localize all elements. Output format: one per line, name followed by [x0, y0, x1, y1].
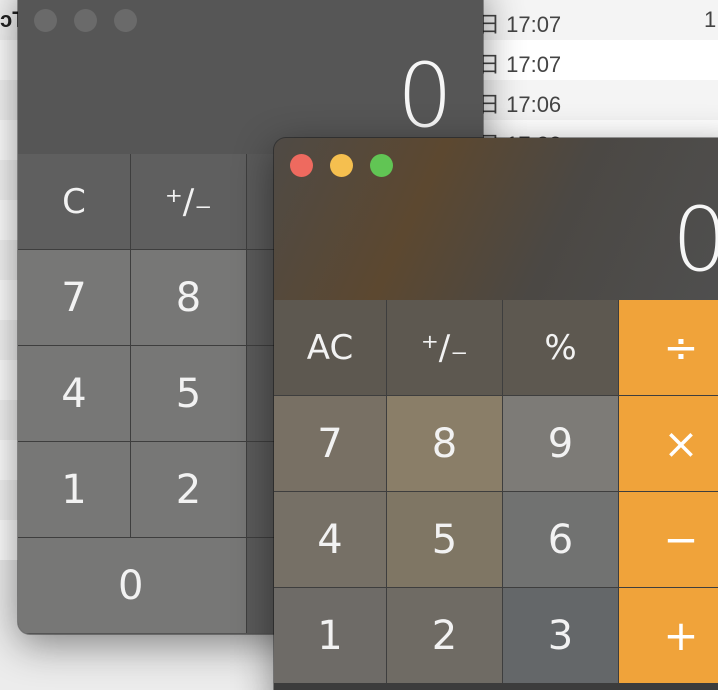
sign-toggle-button[interactable]: ⁺∕₋ [131, 154, 246, 249]
display-value: 0 [397, 44, 453, 147]
digit-1-button[interactable]: 1 [18, 442, 130, 537]
digit-4-button[interactable]: 4 [18, 346, 130, 441]
calculator-window-active[interactable]: 0 AC ⁺∕₋ % ÷ 7 8 9 × 4 5 6 − 1 2 3 + [274, 138, 718, 690]
digit-5-button[interactable]: 5 [131, 346, 246, 441]
minimize-button[interactable] [330, 154, 353, 177]
percent-button[interactable]: % [503, 300, 618, 395]
close-button[interactable] [34, 9, 57, 32]
digit-6-button[interactable]: 6 [503, 492, 618, 587]
digit-4-button[interactable]: 4 [274, 492, 386, 587]
digit-7-button[interactable]: 7 [18, 250, 130, 345]
close-button[interactable] [290, 154, 313, 177]
digit-7-button[interactable]: 7 [274, 396, 386, 491]
minimize-button[interactable] [74, 9, 97, 32]
multiply-button[interactable]: × [619, 396, 718, 491]
digit-3-button[interactable]: 3 [503, 588, 618, 683]
row-date: 日 17:07 [478, 52, 562, 77]
digit-8-button[interactable]: 8 [387, 396, 502, 491]
row-extra: 1 [704, 7, 717, 32]
keypad: AC ⁺∕₋ % ÷ 7 8 9 × 4 5 6 − 1 2 3 + [274, 300, 718, 683]
add-button[interactable]: + [619, 588, 718, 683]
digit-1-button[interactable]: 1 [274, 588, 386, 683]
sign-toggle-button[interactable]: ⁺∕₋ [387, 300, 502, 395]
window-controls [290, 154, 393, 177]
subtract-button[interactable]: − [619, 492, 718, 587]
all-clear-button[interactable]: AC [274, 300, 386, 395]
digit-8-button[interactable]: 8 [131, 250, 246, 345]
divide-button[interactable]: ÷ [619, 300, 718, 395]
clear-button[interactable]: C [18, 154, 130, 249]
digit-0-button[interactable]: 0 [18, 538, 246, 633]
row-date: 日 17:07 [478, 12, 562, 37]
digit-2-button[interactable]: 2 [131, 442, 246, 537]
row-date: 日 17:06 [478, 92, 562, 117]
digit-2-button[interactable]: 2 [387, 588, 502, 683]
digit-9-button[interactable]: 9 [503, 396, 618, 491]
calculator-display: 0 [274, 138, 718, 300]
digit-5-button[interactable]: 5 [387, 492, 502, 587]
display-value: 0 [672, 188, 718, 291]
calculator-display: 0 [18, 0, 483, 154]
window-controls [34, 9, 137, 32]
maximize-button[interactable] [370, 154, 393, 177]
maximize-button[interactable] [114, 9, 137, 32]
